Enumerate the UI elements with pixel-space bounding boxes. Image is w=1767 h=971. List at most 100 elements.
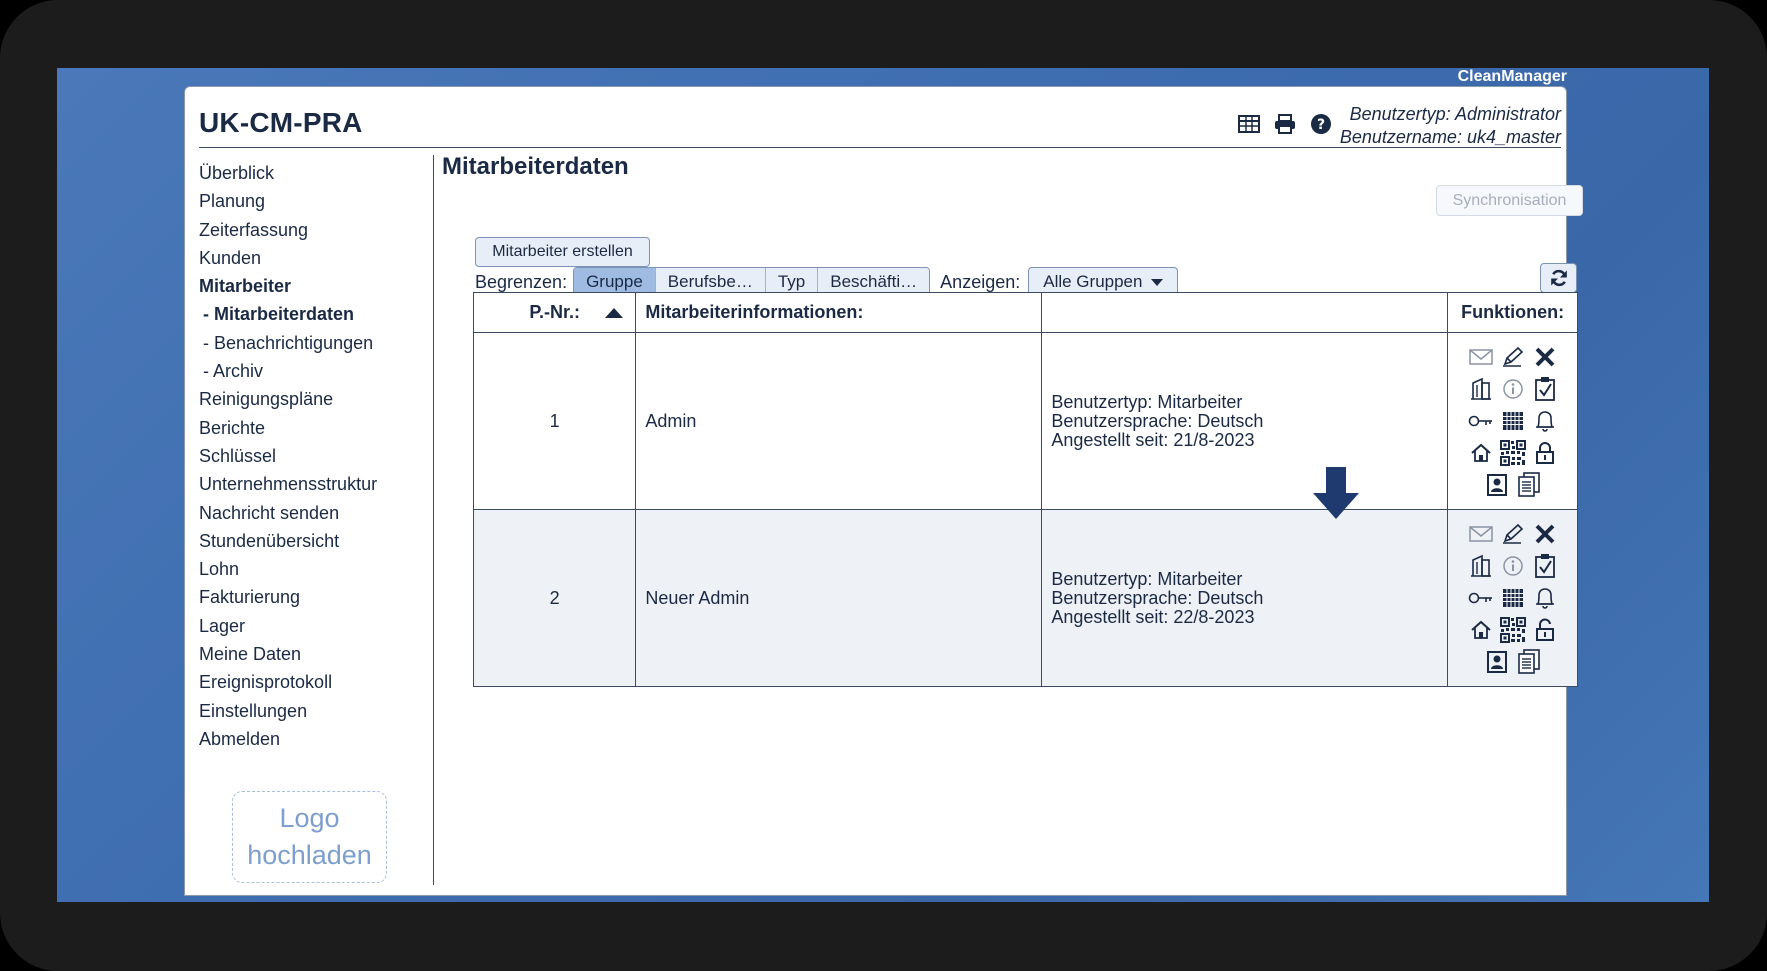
- device-frame: CleanManager UK-CM-PRA ? Benutzertyp: Ad…: [0, 0, 1767, 971]
- building-icon[interactable]: [1465, 375, 1497, 403]
- delete-icon[interactable]: [1529, 343, 1561, 371]
- sidebar-item-9[interactable]: Berichte: [199, 414, 429, 442]
- sidebar-nav: Überblick Planung Zeiterfassung Kunden Mitar…: [199, 159, 429, 753]
- column-header-pnr[interactable]: P.-Nr.:: [472, 292, 637, 333]
- cell-details: Benutzertyp: Mitarbeiter Benutzersprache:…: [1041, 509, 1449, 687]
- user-type: Benutzertyp: Administrator: [1349, 104, 1561, 124]
- column-header-functions: Funktionen:: [1447, 292, 1578, 333]
- refresh-button[interactable]: [1540, 263, 1577, 293]
- cell-functions: [1447, 509, 1578, 687]
- home-icon[interactable]: [1465, 616, 1497, 644]
- user-name: Benutzername: uk4_master: [1339, 127, 1561, 147]
- id-card-icon[interactable]: [1481, 648, 1513, 676]
- info-icon[interactable]: [1497, 552, 1529, 580]
- table-header-row: P.-Nr.: Mitarbeiterinformationen: Funkti…: [472, 292, 1578, 333]
- logo-upload-line2: hochladen: [247, 840, 372, 870]
- documents-icon[interactable]: [1513, 648, 1545, 676]
- cell-name: Admin: [635, 332, 1043, 510]
- header-divider: [199, 147, 1561, 148]
- detail-line: Benutzertyp: Mitarbeiter: [1051, 391, 1243, 412]
- sidebar-item-1[interactable]: Planung: [199, 187, 429, 215]
- sidebar-item-20[interactable]: Abmelden: [199, 725, 429, 753]
- sidebar-item-7[interactable]: - Archiv: [199, 357, 429, 385]
- column-header-info: Mitarbeiterinformationen:: [635, 292, 1043, 333]
- home-icon[interactable]: [1465, 439, 1497, 467]
- sidebar-item-17[interactable]: Meine Daten: [199, 640, 429, 668]
- brand-label: CleanManager: [1457, 68, 1567, 85]
- page-title: Mitarbeiterdaten: [442, 153, 629, 180]
- delete-icon[interactable]: [1529, 520, 1561, 548]
- detail-line: Angestellt seit: 22/8-2023: [1051, 606, 1255, 627]
- detail-line: Benutzersprache: Deutsch: [1051, 410, 1264, 431]
- detail-line: Angestellt seit: 21/8-2023: [1051, 429, 1255, 450]
- user-info: Benutzertyp: Administrator Benutzername:…: [1340, 103, 1561, 149]
- sidebar-item-6[interactable]: - Benachrichtigungen: [199, 329, 429, 357]
- sidebar-item-14[interactable]: Lohn: [199, 555, 429, 583]
- logo-upload-button[interactable]: Logo hochladen: [232, 791, 387, 883]
- sidebar-item-5[interactable]: - Mitarbeiterdaten: [199, 300, 429, 328]
- sidebar-item-2[interactable]: Zeiterfassung: [199, 216, 429, 244]
- sidebar-item-12[interactable]: Nachricht senden: [199, 499, 429, 527]
- mail-icon[interactable]: [1465, 520, 1497, 548]
- building-icon[interactable]: [1465, 552, 1497, 580]
- employee-table: P.-Nr.: Mitarbeiterinformationen: Funkti…: [472, 292, 1578, 687]
- info-icon[interactable]: [1497, 375, 1529, 403]
- sidebar-item-16[interactable]: Lager: [199, 612, 429, 640]
- sort-ascending-icon: [605, 308, 624, 318]
- group-select-value: Alle Gruppen: [1043, 272, 1143, 291]
- cell-name: Neuer Admin: [635, 509, 1043, 687]
- cell-pnr: 2: [472, 509, 637, 687]
- lock-open-icon[interactable]: [1529, 616, 1561, 644]
- id-card-icon[interactable]: [1481, 471, 1513, 499]
- sidebar-item-13[interactable]: Stundenübersicht: [199, 527, 429, 555]
- edit-icon[interactable]: [1497, 343, 1529, 371]
- qr-code-icon[interactable]: [1497, 616, 1529, 644]
- calendar-grid-icon[interactable]: [1497, 407, 1529, 435]
- filter-label: Begrenzen:: [475, 271, 568, 292]
- edit-icon[interactable]: [1497, 520, 1529, 548]
- bell-icon[interactable]: [1529, 584, 1561, 612]
- clipboard-check-icon[interactable]: [1529, 375, 1561, 403]
- footer-copyright: [207, 896, 1607, 902]
- main-window: UK-CM-PRA ? Benutzertyp: Administrator B…: [184, 86, 1583, 896]
- desktop-background: CleanManager UK-CM-PRA ? Benutzertyp: Ad…: [57, 68, 1709, 902]
- svg-text:?: ?: [1317, 117, 1325, 133]
- print-icon[interactable]: [1272, 111, 1298, 137]
- logo-upload-line1: Logo: [279, 803, 340, 833]
- sidebar-item-0[interactable]: Überblick: [199, 159, 429, 187]
- cell-pnr: 1: [472, 332, 637, 510]
- sidebar-item-18[interactable]: Ereignisprotokoll: [199, 668, 429, 696]
- sidebar-item-4[interactable]: Mitarbeiter: [199, 272, 429, 300]
- mail-icon[interactable]: [1465, 343, 1497, 371]
- table-icon[interactable]: [1236, 111, 1262, 137]
- table-row[interactable]: 2 Neuer Admin Benutzertyp: Mitarbeiter Benu…: [472, 509, 1578, 687]
- qr-code-icon[interactable]: [1497, 439, 1529, 467]
- cell-details: Benutzertyp: Mitarbeiter Benutzersprache:…: [1041, 332, 1449, 510]
- org-title: UK-CM-PRA: [199, 107, 363, 138]
- clipboard-check-icon[interactable]: [1529, 552, 1561, 580]
- chevron-down-icon: [1151, 278, 1164, 286]
- sidebar-item-11[interactable]: Unternehmensstruktur: [199, 470, 429, 498]
- sidebar-item-3[interactable]: Kunden: [199, 244, 429, 272]
- detail-line: Benutzersprache: Deutsch: [1051, 587, 1264, 608]
- column-header-pnr-label: P.-Nr.:: [529, 302, 581, 322]
- sync-button[interactable]: Synchronisation: [1436, 185, 1583, 216]
- calendar-grid-icon[interactable]: [1497, 584, 1529, 612]
- sidebar-item-8[interactable]: Reinigungspläne: [199, 385, 429, 413]
- cell-functions: [1447, 332, 1578, 510]
- create-employee-button[interactable]: Mitarbeiter erstellen: [475, 237, 650, 267]
- detail-line: Benutzertyp: Mitarbeiter: [1051, 568, 1243, 589]
- documents-icon[interactable]: [1513, 471, 1545, 499]
- sidebar-item-15[interactable]: Fakturierung: [199, 583, 429, 611]
- sidebar-item-19[interactable]: Einstellungen: [199, 697, 429, 725]
- column-header-details: [1041, 292, 1449, 333]
- show-label: Anzeigen:: [940, 271, 1021, 292]
- lock-closed-icon[interactable]: [1529, 439, 1561, 467]
- help-icon[interactable]: ?: [1308, 111, 1334, 137]
- bell-icon[interactable]: [1529, 407, 1561, 435]
- table-row[interactable]: 1 Admin Benutzertyp: Mitarbeiter Benutzersp…: [472, 332, 1578, 510]
- key-icon[interactable]: [1465, 407, 1497, 435]
- header-toolbar: ?: [1236, 111, 1334, 137]
- key-icon[interactable]: [1465, 584, 1497, 612]
- sidebar-item-10[interactable]: Schlüssel: [199, 442, 429, 470]
